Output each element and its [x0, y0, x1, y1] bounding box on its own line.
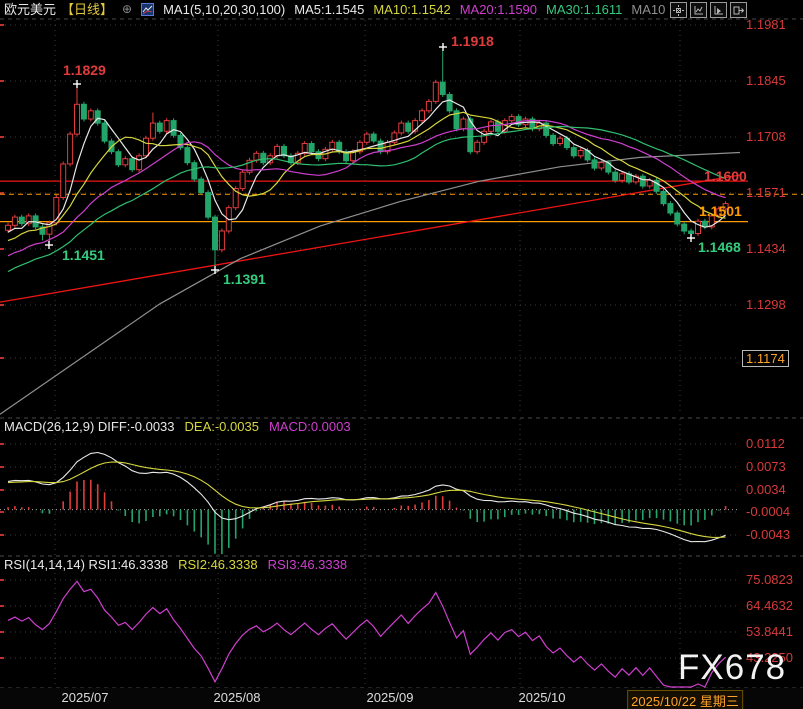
macd-axis-label: -0.0043 — [746, 527, 790, 542]
macd-dea-value: DEA:-0.0035 — [185, 419, 259, 434]
macd-params: MACD(26,12,9) DIFF:-0.0033 — [4, 419, 175, 434]
price-annotation: 1.1501 — [699, 203, 742, 219]
rsi-params: RSI(14,14,14) RSI1:46.3338 — [4, 557, 168, 572]
ma-settings-label: MA1(5,10,20,30,100) — [163, 0, 285, 19]
price-axis-label: 1.1174 — [742, 350, 789, 367]
price-annotation: 1.1918 — [451, 33, 494, 49]
price-axis-label: 1.1571 — [746, 185, 786, 200]
price-axis-label: 1.1708 — [746, 129, 786, 144]
pan-icon[interactable] — [670, 2, 687, 18]
price-annotation: 1.1451 — [62, 247, 105, 263]
macd-axis-label: 0.0112 — [746, 436, 785, 451]
circle-plus-icon[interactable]: ⊕ — [122, 0, 132, 19]
rsi3-value: RSI3:46.3338 — [268, 557, 348, 572]
price-axis-label: 1.1434 — [746, 241, 786, 256]
rsi2-value: RSI2:46.3338 — [178, 557, 258, 572]
price-annotation: 1.1829 — [63, 62, 106, 78]
ma20-value: MA20:1.1590 — [460, 0, 537, 19]
symbol-name: 欧元美元 — [4, 0, 56, 19]
macd-axis-label: 0.0073 — [746, 459, 786, 474]
price-axis-label: 1.1845 — [746, 73, 786, 88]
rsi-axis-label: 64.4632 — [746, 598, 793, 613]
chart-canvas[interactable] — [0, 0, 803, 709]
macd-axis-label: 0.0034 — [746, 482, 786, 497]
ma100-label: MA10 — [631, 0, 665, 19]
ma30-value: MA30:1.1611 — [546, 0, 622, 19]
zoom-axis-icon[interactable] — [690, 2, 707, 18]
timeframe-label: 【日线】 — [61, 0, 113, 19]
next-page-icon[interactable] — [730, 2, 747, 18]
price-axis-label: 1.1298 — [746, 297, 786, 312]
date-label: 2025/08 — [214, 690, 261, 705]
rsi-axis-label: 75.0823 — [746, 572, 793, 587]
chart-toolbar — [670, 2, 747, 18]
date-label: 2025/10 — [519, 690, 566, 705]
macd-value: MACD:0.0003 — [269, 419, 351, 434]
rsi-header: RSI(14,14,14) RSI1:46.3338 RSI2:46.3338 … — [4, 557, 347, 572]
date-label-current: 2025/10/22 星期三 — [627, 690, 743, 709]
macd-header: MACD(26,12,9) DIFF:-0.0033 DEA:-0.0035 M… — [4, 419, 351, 434]
date-axis: 2025/07 2025/08 2025/09 2025/10 2025/10/22 星… — [0, 688, 803, 709]
ma5-value: MA5:1.1545 — [294, 0, 364, 19]
price-annotation: 1.1468 — [698, 239, 741, 255]
mini-chart-icon[interactable] — [141, 3, 154, 16]
watermark: FX678 — [678, 648, 786, 688]
price-annotation: 1.1600 — [704, 168, 747, 184]
date-label: 2025/07 — [62, 690, 109, 705]
trading-terminal: 欧元美元 【日线】 ⊕ MA1(5,10,20,30,100) MA5:1.15… — [0, 0, 803, 709]
play-axis-icon[interactable] — [710, 2, 727, 18]
ma10-value: MA10:1.1542 — [373, 0, 450, 19]
price-annotation: 1.1391 — [223, 271, 266, 287]
date-label: 2025/09 — [367, 690, 414, 705]
rsi-axis-label: 53.8441 — [746, 624, 793, 639]
macd-axis-label: -0.0004 — [746, 504, 790, 519]
price-axis-label: 1.1981 — [746, 17, 786, 32]
